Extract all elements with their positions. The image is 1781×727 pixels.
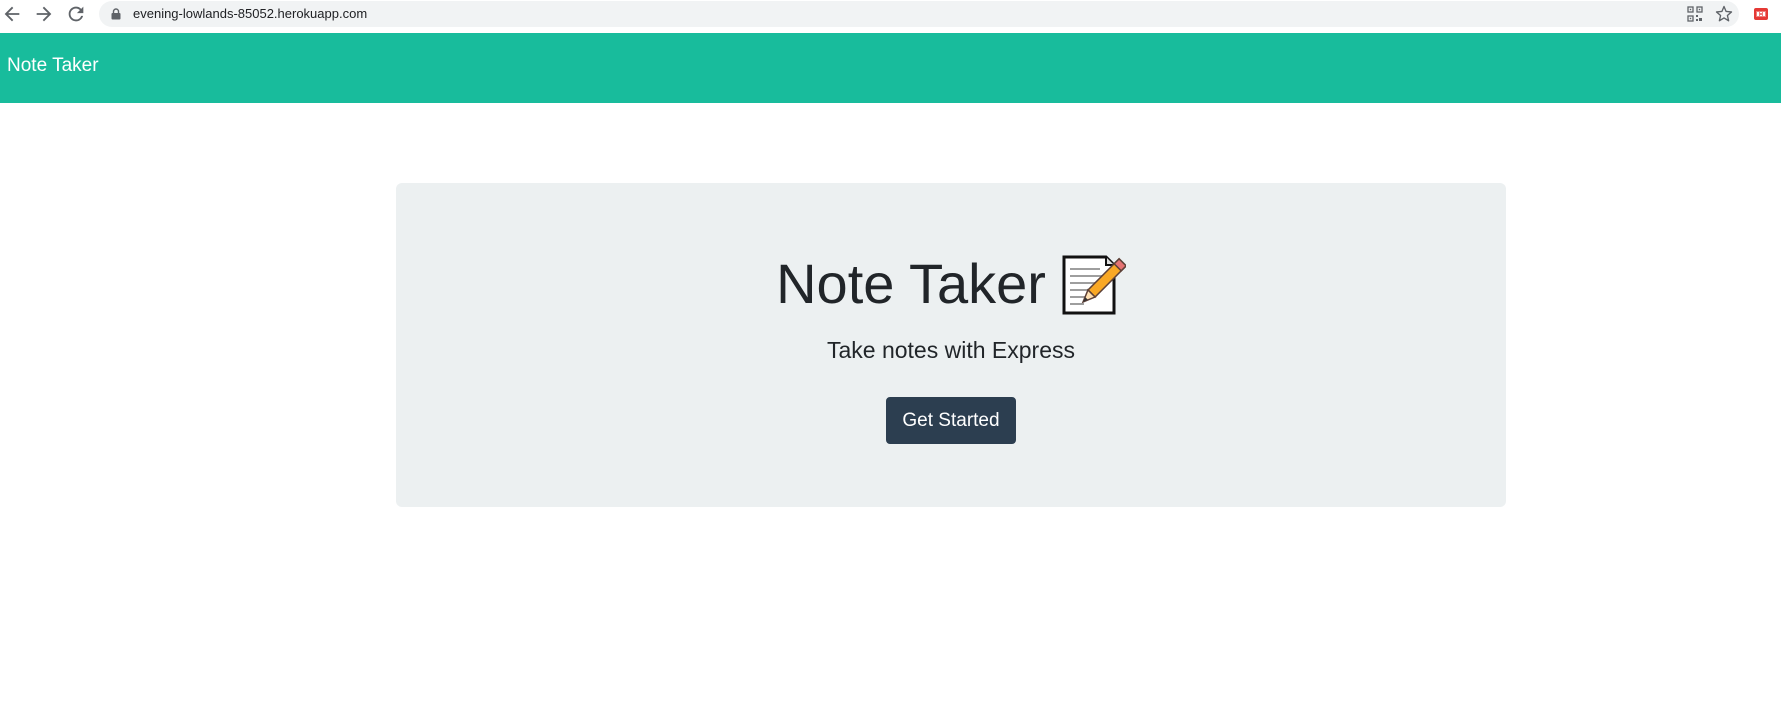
get-started-button[interactable]: Get Started <box>886 397 1016 444</box>
hero-title-text: Note Taker <box>776 252 1046 315</box>
navbar-brand[interactable]: Note Taker <box>7 55 99 77</box>
qr-code-icon[interactable] <box>1687 6 1703 22</box>
reload-icon[interactable] <box>65 3 87 25</box>
hero-subtitle: Take notes with Express <box>826 337 1075 363</box>
extension-icon[interactable] <box>1753 6 1769 22</box>
browser-toolbar: evening-lowlands-85052.herokuapp.com <box>0 0 1781 28</box>
memo-icon <box>1060 251 1126 317</box>
address-bar[interactable]: evening-lowlands-85052.herokuapp.com <box>99 1 1739 27</box>
lock-icon[interactable] <box>111 8 121 20</box>
back-arrow-icon[interactable] <box>1 3 23 25</box>
hero-panel: Note Taker Take notes with Express Get S… <box>396 183 1506 507</box>
hero-title: Note Taker <box>396 251 1506 317</box>
app-navbar: Note Taker <box>0 33 1781 103</box>
forward-arrow-icon[interactable] <box>33 3 55 25</box>
url-text[interactable]: evening-lowlands-85052.herokuapp.com <box>133 6 367 21</box>
star-icon[interactable] <box>1715 5 1733 23</box>
